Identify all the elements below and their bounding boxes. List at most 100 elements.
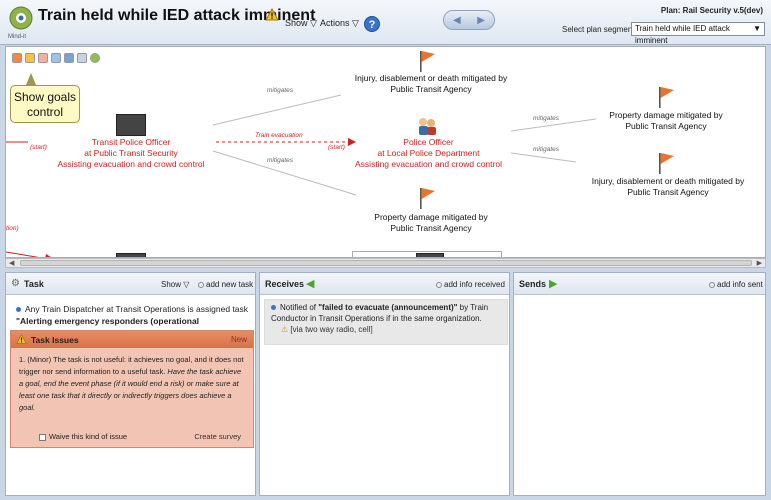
copy-icon[interactable]	[38, 53, 48, 63]
task-show-menu[interactable]: Show ▽	[161, 280, 189, 289]
add-new-task-link[interactable]: add new task	[198, 280, 253, 289]
create-survey-link[interactable]: Create survey	[194, 432, 241, 441]
recv-bold: "failed to evacuate (announcement)"	[318, 303, 458, 312]
edge-label-partial: tion)	[6, 225, 19, 232]
dropdown-arrow-icon: ▼	[753, 24, 761, 33]
police-officers-icon[interactable]	[416, 116, 438, 136]
chevron-down-icon: ▽	[310, 18, 317, 28]
add-new-task-label: add new task	[206, 280, 254, 289]
scroll-right-icon[interactable]: ▶	[757, 259, 762, 267]
receives-panel-header: Receives ◀ add info received	[260, 273, 509, 295]
goal-injury-right-line2: Public Transit Agency	[627, 187, 709, 197]
export-icon[interactable]	[51, 53, 61, 63]
show-menu-label: Show	[285, 18, 308, 28]
goal-injury-top-line1: Injury, disablement or death mitigated b…	[354, 73, 508, 83]
task-issues-box: Task Issues New 1. (Minor) The task is n…	[10, 330, 254, 448]
add-circle-icon	[709, 281, 715, 288]
sends-panel-title: Sends	[519, 279, 547, 289]
checkbox-icon[interactable]	[39, 433, 46, 441]
edge-mitigates-4	[510, 152, 577, 163]
task-issues-title: Task Issues	[31, 335, 79, 345]
segment-select[interactable]: Train held while IED attack imminent ▼	[631, 22, 765, 45]
grid-icon[interactable]	[77, 53, 87, 63]
edge-label-mitigates: mitigates	[267, 87, 294, 94]
task-line1: Any Train Dispatcher at Transit Operatio…	[25, 304, 248, 314]
goal-property-right-line2: Public Transit Agency	[625, 121, 707, 131]
edge-mitigates-1	[212, 94, 342, 126]
segment-label: Select plan segment:	[562, 25, 637, 34]
add-info-sent-link[interactable]: add info sent	[709, 280, 763, 289]
layout-icon[interactable]	[12, 53, 22, 63]
help-circle-icon[interactable]	[90, 53, 100, 63]
goal-property-bottom-line2: Public Transit Agency	[390, 223, 472, 233]
segment-value: Train held while IED attack imminent	[635, 24, 730, 45]
canvas-scrollbar[interactable]: ◀ ▶	[5, 258, 766, 268]
scrollbar-thumb[interactable]	[20, 260, 752, 266]
arrow-right-icon: ▶	[549, 278, 558, 290]
help-icon[interactable]: ?	[364, 16, 380, 32]
image-icon[interactable]	[64, 53, 74, 63]
back-arrow-icon[interactable]: ◀	[453, 15, 461, 26]
transit-officer-task: Assisting evacuation and crowd control	[57, 159, 205, 169]
receives-panel: Receives ◀ add info received Notified of…	[259, 272, 510, 496]
add-circle-icon	[436, 281, 442, 288]
actions-menu-label: Actions	[320, 18, 350, 28]
forward-arrow-icon[interactable]: ▶	[477, 15, 485, 26]
receives-panel-title: Receives	[265, 279, 305, 289]
arrow-left-icon: ◀	[306, 278, 315, 290]
edge-label-mitigates: mitigates	[267, 157, 294, 164]
plan-label: Plan: Rail Security v.5(dev)	[660, 6, 763, 15]
task-issues-header: Task Issues New	[11, 331, 253, 348]
transit-officer-photo[interactable]	[116, 114, 146, 136]
sends-panel-header: Sends ▶ add info sent	[514, 273, 765, 295]
show-goals-tooltip: Show goals control	[10, 85, 80, 123]
task-panel-header: ⚙ Task Show ▽ add new task	[6, 273, 255, 295]
goal-node-property-right[interactable]: Property damage mitigated by Public Tran…	[586, 110, 746, 132]
history-nav: ◀ ▶	[443, 10, 495, 30]
goal-flag-icon[interactable]	[657, 86, 675, 108]
header: Mind-it Train held while IED attack immi…	[0, 0, 771, 45]
edge-label-start: (start)	[328, 144, 345, 151]
police-officer-task: Assisting evacuation and crowd control	[355, 159, 502, 169]
edge-label-train-evacuation: Train evacuation	[255, 132, 303, 139]
scroll-left-icon[interactable]: ◀	[9, 259, 14, 267]
goal-node-property-bottom[interactable]: Property damage mitigated by Public Tran…	[351, 212, 511, 234]
goal-flag-icon[interactable]	[418, 187, 436, 209]
received-info-item[interactable]: Notified of "failed to evacuate (announc…	[264, 299, 508, 345]
goals-icon[interactable]	[25, 53, 35, 63]
goal-property-bottom-line1: Property damage mitigated by	[374, 212, 488, 222]
tooltip-tail	[26, 73, 36, 85]
edge-label-mitigates: mitigates	[533, 146, 560, 153]
waive-checkbox[interactable]: Waive this kind of issue	[39, 432, 127, 441]
goal-property-right-line1: Property damage mitigated by	[609, 110, 723, 120]
warning-icon	[16, 334, 27, 344]
task-panel: ⚙ Task Show ▽ add new task Any Train Dis…	[5, 272, 256, 496]
goal-injury-right-line1: Injury, disablement or death mitigated b…	[591, 176, 745, 186]
goal-flag-icon[interactable]	[657, 152, 675, 174]
add-info-sent-label: add info sent	[717, 280, 763, 289]
warning-icon[interactable]	[265, 8, 279, 21]
goal-node-injury-right[interactable]: Injury, disablement or death mitigated b…	[578, 176, 758, 198]
show-menu[interactable]: Show ▽	[285, 18, 317, 29]
police-officer-org: at Local Police Department	[377, 148, 480, 158]
canvas-toolbar	[12, 53, 103, 65]
new-issue-link[interactable]: New	[231, 335, 247, 344]
recv-via: ⚠ [via two way radio, cell]	[281, 324, 503, 335]
recv-pre: Notified of	[280, 303, 317, 312]
recv-via-text: [via two way radio, cell]	[290, 325, 373, 334]
police-officer-node[interactable]: Police Officer at Local Police Departmen…	[346, 137, 511, 170]
bullet-icon	[16, 307, 21, 313]
task-panel-title: Task	[24, 279, 44, 289]
goal-flag-icon[interactable]	[418, 50, 436, 72]
transit-officer-role: Transit Police Officer	[91, 137, 171, 147]
goal-node-injury-top[interactable]: Injury, disablement or death mitigated b…	[336, 73, 526, 95]
add-info-received-label: add info received	[444, 280, 505, 289]
task-show-label: Show	[161, 280, 182, 289]
actions-menu[interactable]: Actions ▽	[320, 18, 359, 29]
flow-canvas[interactable]: Show goals control Transit Police Office…	[5, 46, 766, 258]
edge-label-mitigates: mitigates	[533, 115, 560, 122]
edge-label-start: (start)	[30, 144, 47, 151]
transit-officer-node[interactable]: Transit Police Officer at Public Transit…	[46, 137, 216, 170]
add-info-received-link[interactable]: add info received	[436, 280, 505, 289]
warning-icon: ⚠	[281, 325, 289, 334]
